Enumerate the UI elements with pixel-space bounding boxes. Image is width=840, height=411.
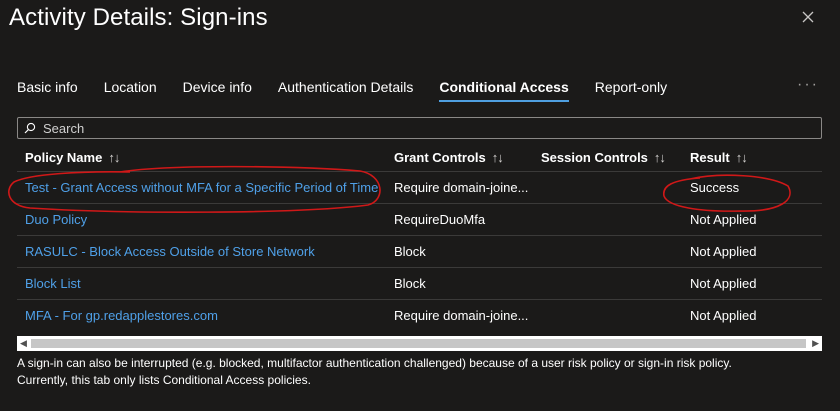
tab-basic-info[interactable]: Basic info	[17, 78, 78, 104]
result-cell: Not Applied	[682, 203, 822, 236]
table-header-row: Policy Name ↑↓ Grant Controls ↑↓ Session C…	[17, 144, 822, 172]
table-row[interactable]: Block List Block Not Applied	[17, 267, 822, 300]
column-header-policy-name[interactable]: Policy Name ↑↓	[17, 144, 386, 172]
result-cell: Not Applied	[682, 235, 822, 268]
tab-authentication-details[interactable]: Authentication Details	[278, 78, 413, 104]
policy-name-link[interactable]: RASULC - Block Access Outside of Store N…	[17, 235, 386, 268]
grant-controls-cell: Require domain-joine...	[386, 171, 533, 204]
sort-icon[interactable]: ↑↓	[492, 150, 504, 165]
more-tabs-button[interactable]: ···	[797, 76, 819, 94]
table-row[interactable]: MFA - For gp.redapplestores.com Require …	[17, 299, 822, 331]
tab-device-info[interactable]: Device info	[183, 78, 252, 104]
tab-report-only[interactable]: Report-only	[595, 78, 667, 104]
session-controls-cell	[533, 171, 682, 204]
tab-location[interactable]: Location	[104, 78, 157, 104]
horizontal-scrollbar[interactable]: ◀ ▶	[17, 336, 822, 351]
page-title: Activity Details: Sign-ins	[9, 4, 268, 31]
info-note-line-2: Currently, this tab only lists Condition…	[17, 373, 311, 387]
policy-name-link[interactable]: Duo Policy	[17, 203, 386, 236]
column-header-result[interactable]: Result ↑↓	[682, 144, 822, 172]
scroll-left-icon[interactable]: ◀	[20, 338, 27, 349]
table-row[interactable]: Test - Grant Access without MFA for a Sp…	[17, 171, 822, 204]
search-icon	[24, 122, 36, 134]
scrollbar-thumb[interactable]	[31, 339, 806, 348]
grant-controls-cell: RequireDuoMfa	[386, 203, 533, 236]
column-label: Session Controls	[541, 150, 648, 165]
search-box	[17, 117, 822, 139]
session-controls-cell	[533, 267, 682, 300]
tab-bar: Basic info Location Device info Authenti…	[17, 78, 693, 104]
session-controls-cell	[533, 299, 682, 331]
table-row[interactable]: Duo Policy RequireDuoMfa Not Applied	[17, 203, 822, 236]
result-cell: Not Applied	[682, 299, 822, 331]
result-cell: Not Applied	[682, 267, 822, 300]
policy-name-link[interactable]: Test - Grant Access without MFA for a Sp…	[17, 171, 386, 204]
grant-controls-cell: Block	[386, 235, 533, 268]
sort-icon[interactable]: ↑↓	[736, 150, 748, 165]
sort-icon[interactable]: ↑↓	[108, 150, 120, 165]
column-header-session-controls[interactable]: Session Controls ↑↓	[533, 144, 682, 172]
policy-name-link[interactable]: MFA - For gp.redapplestores.com	[17, 299, 386, 331]
table-row[interactable]: RASULC - Block Access Outside of Store N…	[17, 235, 822, 268]
search-input[interactable]	[41, 119, 805, 137]
session-controls-cell	[533, 235, 682, 268]
policy-table: Policy Name ↑↓ Grant Controls ↑↓ Session C…	[17, 144, 822, 331]
info-note: A sign-in can also be interrupted (e.g. …	[17, 355, 827, 389]
session-controls-cell	[533, 203, 682, 236]
column-label: Grant Controls	[394, 150, 486, 165]
column-label: Policy Name	[25, 150, 103, 165]
close-icon[interactable]	[800, 9, 816, 25]
column-header-grant-controls[interactable]: Grant Controls ↑↓	[386, 144, 533, 172]
result-cell: Success	[682, 171, 822, 204]
grant-controls-cell: Require domain-joine...	[386, 299, 533, 331]
sort-icon[interactable]: ↑↓	[654, 150, 666, 165]
tab-conditional-access[interactable]: Conditional Access	[439, 78, 570, 104]
scroll-right-icon[interactable]: ▶	[812, 338, 819, 349]
policy-name-link[interactable]: Block List	[17, 267, 386, 300]
column-label: Result	[690, 150, 730, 165]
grant-controls-cell: Block	[386, 267, 533, 300]
info-note-line-1: A sign-in can also be interrupted (e.g. …	[17, 356, 732, 370]
